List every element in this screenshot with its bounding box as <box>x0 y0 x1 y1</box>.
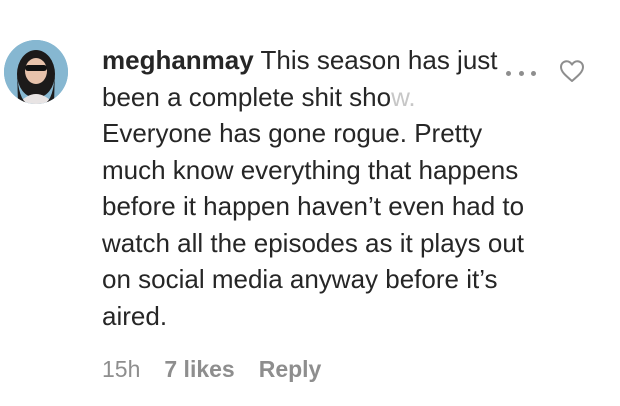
heart-icon[interactable] <box>559 59 585 83</box>
comment-body-continued: Everyone has gone rogue. Pretty much kno… <box>102 118 525 331</box>
avatar[interactable] <box>4 40 68 104</box>
comment-text: meghanmay This season has just been a co… <box>102 42 532 334</box>
comment-username[interactable]: meghanmay <box>102 45 254 75</box>
comment-body-faded: w. <box>391 81 416 112</box>
comment-meta: 15h 7 likes Reply <box>102 356 321 383</box>
reply-button[interactable]: Reply <box>259 356 322 383</box>
comment-likes[interactable]: 7 likes <box>164 356 234 383</box>
comment-time[interactable]: 15h <box>102 356 140 383</box>
more-options-icon[interactable] <box>506 68 536 78</box>
avatar-image <box>4 40 68 104</box>
